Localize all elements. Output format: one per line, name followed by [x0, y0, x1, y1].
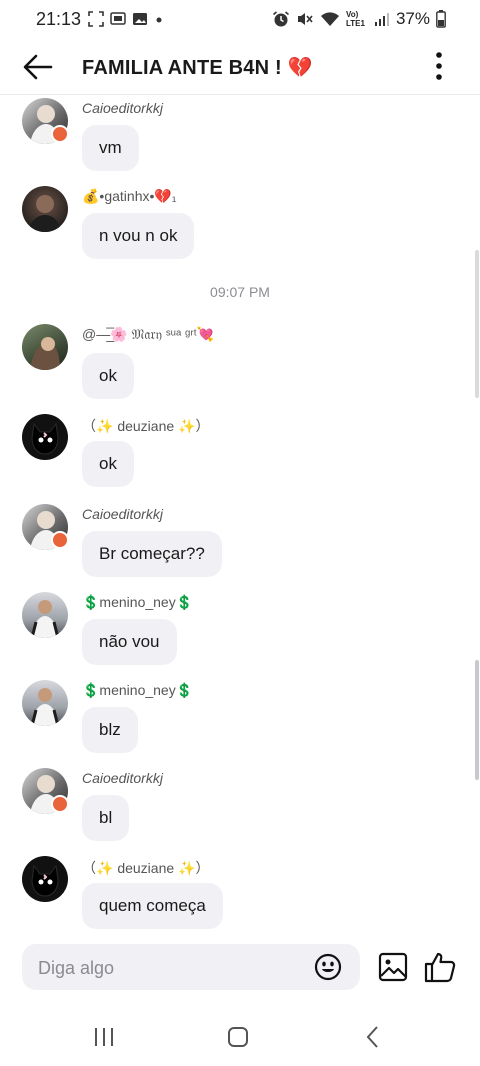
status-time: 21:13 — [36, 9, 82, 29]
chat-title: FAMILIA ANTE B4N ! 💔 — [82, 57, 313, 79]
home-button[interactable] — [222, 1024, 254, 1050]
message-input[interactable] — [36, 944, 310, 992]
message-bubble[interactable]: quem começa — [82, 883, 223, 929]
avatar-mary-image — [30, 337, 60, 370]
sender-name: 💲menino_ney💲 — [82, 682, 194, 698]
gallery-icon — [378, 952, 408, 982]
sender-name: Caioeditorkkj — [82, 100, 163, 116]
back-icon — [366, 1026, 378, 1048]
battery-percent: 37% — [395, 9, 430, 28]
dot-icon — [156, 17, 162, 23]
mute-icon — [297, 13, 313, 25]
avatar[interactable] — [22, 186, 68, 232]
camera-badge-icon — [51, 795, 69, 813]
message-bubble[interactable]: bl — [82, 795, 130, 841]
avatar-ney-image — [30, 688, 60, 726]
avatar[interactable] — [22, 592, 68, 638]
avatar[interactable] — [22, 414, 68, 460]
avatar[interactable] — [22, 680, 68, 726]
composer — [22, 944, 360, 992]
avatar[interactable] — [22, 856, 68, 902]
timestamp: 09:07 PM — [210, 284, 270, 300]
recents-icon — [95, 1028, 113, 1046]
wifi-icon — [320, 12, 339, 26]
avatar-deuziane-image — [31, 422, 59, 455]
message-bubble[interactable]: Br começar?? — [82, 531, 222, 577]
message-bubble[interactable]: ok — [82, 353, 134, 399]
message-bubble[interactable]: vm — [82, 125, 139, 171]
status-left-icons — [88, 11, 164, 27]
recents-button[interactable] — [88, 1024, 120, 1050]
thumbs-up-icon — [424, 952, 456, 983]
sender-name: 💰•gatinhx•💔₁ — [82, 188, 177, 204]
sender-name: （✨ deuziane ✨） — [82, 418, 210, 434]
avatar-gatinhx-image — [28, 195, 62, 232]
camera-badge-icon — [51, 125, 69, 143]
scrollbar-track[interactable] — [475, 250, 479, 398]
battery-icon — [436, 10, 446, 28]
gallery-button[interactable] — [378, 952, 408, 982]
sender-name: Caioeditorkkj — [82, 506, 163, 522]
system-nav-bar — [0, 1006, 480, 1066]
camera-badge-icon — [51, 531, 69, 549]
avatar-ney-image — [30, 600, 60, 638]
chat-header: FAMILIA ANTE B4N ! 💔 — [0, 40, 480, 95]
image-icon — [133, 13, 147, 25]
message-bubble[interactable]: ok — [82, 441, 134, 487]
like-button[interactable] — [423, 950, 457, 984]
message-bubble[interactable]: não vou — [82, 619, 177, 665]
message-list[interactable]: Caioeditorkkj vm 💰•gatinhx•💔₁ n vou n ok… — [0, 95, 480, 940]
home-icon — [228, 1027, 248, 1047]
more-vertical-icon — [436, 52, 442, 80]
avatar-deuziane-image — [31, 864, 59, 897]
status-right: Vo) LTE1 37% — [272, 9, 446, 29]
signal-icon — [374, 13, 389, 26]
back-arrow-icon — [23, 54, 53, 80]
emoji-icon — [314, 953, 342, 981]
network-label: Vo) LTE1 — [345, 10, 365, 28]
message-bubble[interactable]: n vou n ok — [82, 213, 195, 259]
cast-icon — [110, 12, 126, 25]
back-button[interactable] — [22, 52, 54, 82]
emoji-button[interactable] — [314, 953, 342, 981]
nav-back-button[interactable] — [358, 1024, 390, 1050]
sender-name: （✨ deuziane ✨） — [82, 860, 210, 876]
sender-name: Caioeditorkkj — [82, 770, 163, 786]
avatar[interactable] — [22, 324, 68, 370]
status-bar: 21:13 Vo) LTE1 37% — [0, 0, 480, 40]
message-bubble[interactable]: blz — [82, 707, 138, 753]
screenshot-icon — [88, 11, 104, 27]
sender-name: @—̲̅🌸 𝔐𝔞𝔯𝔶 ˢᵘᵃ ᵍʳᵗ💘 — [82, 326, 215, 342]
alarm-icon — [272, 11, 289, 27]
more-options-button[interactable] — [430, 50, 448, 84]
sender-name: 💲menino_ney💲 — [82, 594, 194, 610]
scrollbar-thumb[interactable] — [475, 660, 479, 780]
